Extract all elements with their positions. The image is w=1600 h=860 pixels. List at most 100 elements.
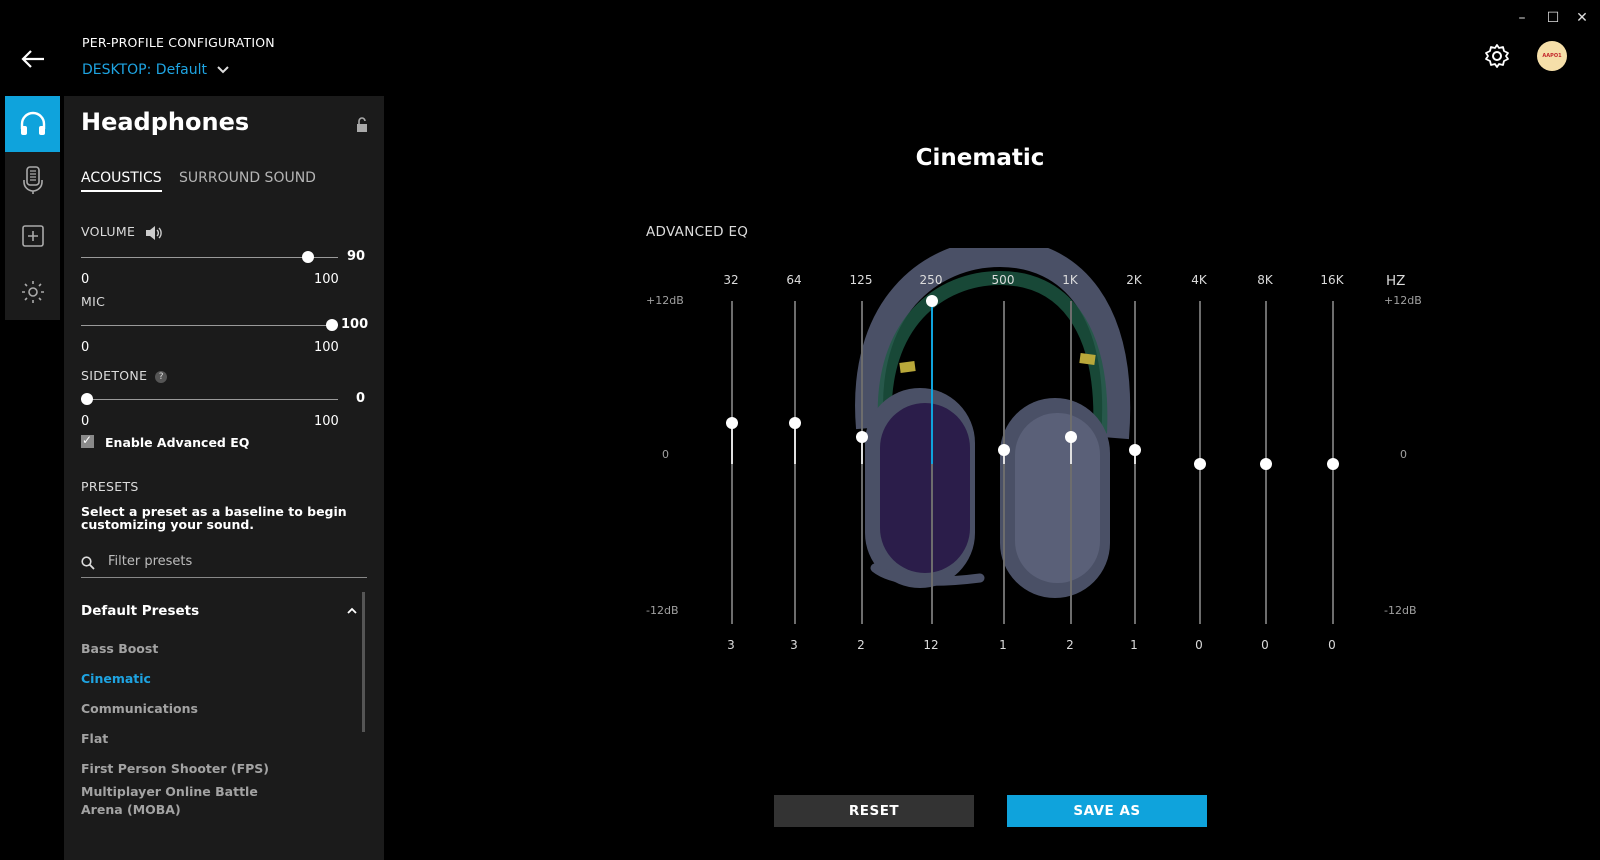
preset-search[interactable] [81,549,367,578]
advanced-eq-heading: ADVANCED EQ [646,224,749,240]
add-icon [21,225,44,247]
eq-band-value: 0 [1328,638,1336,652]
sidetone-slider-track[interactable] [81,399,338,400]
presets-description: Select a preset as a baseline to begin c… [81,504,347,532]
headset-illustration [855,248,1131,598]
rail-headphones[interactable] [5,96,60,152]
db-min-right: -12dB [1384,604,1417,617]
lighting-icon [21,281,44,303]
sidetone-max: 100 [314,414,339,429]
back-arrow-icon[interactable] [20,46,46,72]
mic-max: 100 [314,340,339,355]
eq-band-thumb[interactable] [1194,458,1206,470]
preset-item[interactable]: Communications [81,700,281,718]
tab-surround-sound[interactable]: SURROUND SOUND [179,170,316,186]
volume-label: VOLUME [81,224,163,241]
eq-freq-label: 500 [991,273,1015,287]
rail-add[interactable] [5,208,60,264]
advanced-eq-checkbox[interactable]: ✓ [81,433,94,448]
profile-selector[interactable]: DESKTOP: Default [82,62,230,78]
mic-min: 0 [81,340,90,355]
eq-freq-label: 64 [786,273,802,287]
eq-band-thumb[interactable] [1065,430,1077,443]
advanced-eq-label: Enable Advanced EQ [105,435,250,450]
eq-freq-label: 125 [849,273,873,287]
eq-band-value: 0 [1195,638,1203,652]
eq-band-fill [931,301,933,464]
preset-scrollbar[interactable] [362,592,365,732]
eq-freq-label: 16K [1320,273,1344,287]
mic-slider-track[interactable] [81,325,338,326]
sidetone-value: 0 [356,391,366,406]
preset-item-active[interactable]: Cinematic [81,670,281,688]
preset-group-header[interactable]: Default Presets [81,603,199,619]
speaker-icon [146,225,163,240]
preset-item[interactable]: Multiplayer Online Battle Arena (MOBA) [81,783,281,819]
mic-slider-thumb[interactable] [326,319,338,331]
volume-slider-track[interactable] [81,257,338,258]
eq-band-thumb[interactable] [726,417,738,430]
unlock-icon[interactable] [355,117,369,133]
eq-freq-label: 250 [919,273,943,287]
chevron-down-icon [217,66,230,74]
eq-band-value: 0 [1261,638,1269,652]
preset-item[interactable]: Bass Boost [81,640,281,658]
eq-band-thumb[interactable] [926,295,938,307]
preset-item[interactable]: Flat [81,730,281,748]
volume-max: 100 [314,272,339,287]
reset-button[interactable]: RESET [774,795,974,827]
eq-band-thumb[interactable] [789,417,801,430]
eq-band-value: 12 [923,638,939,652]
db-max-left: +12dB [646,294,684,307]
eq-band-fill [731,423,733,464]
eq-freq-label: 8K [1257,273,1273,287]
sidetone-slider-thumb[interactable] [81,393,93,405]
config-label: PER-PROFILE CONFIGURATION [82,35,275,50]
check-icon: ✓ [82,433,93,447]
eq-band-value: 3 [727,638,735,652]
preset-search-input[interactable] [106,553,360,570]
db-zero-left: 0 [662,448,669,461]
eq-band-value: 3 [790,638,798,652]
gear-icon[interactable] [1484,43,1510,69]
search-icon [81,556,95,570]
eq-freq-label: 2K [1126,273,1142,287]
eq-band-value: 1 [1130,638,1138,652]
hz-unit: HZ [1386,273,1406,289]
close-button[interactable]: ✕ [1572,8,1592,28]
eq-band-thumb[interactable] [1260,458,1272,470]
chevron-up-icon[interactable] [346,606,358,616]
rail-lighting[interactable] [5,264,60,320]
mic-label: MIC [81,294,106,309]
volume-min: 0 [81,272,90,287]
preset-title: Cinematic [915,145,1045,171]
db-zero-right: 0 [1400,448,1407,461]
avatar[interactable]: AAPO1 [1537,41,1567,71]
eq-band-thumb[interactable] [1327,458,1339,470]
profile-prefix: DESKTOP: [82,62,152,78]
device-rail [5,96,60,320]
eq-freq-label: 1K [1062,273,1078,287]
eq-freq-label: 4K [1191,273,1207,287]
minimize-button[interactable]: – [1512,8,1532,28]
eq-band-fill [794,423,796,464]
panel-title: Headphones [81,108,250,136]
help-icon[interactable]: ? [155,370,168,383]
profile-name: Default [155,62,207,78]
eq-band-value: 2 [1066,638,1074,652]
eq-band-value: 1 [999,638,1007,652]
sidetone-min: 0 [81,414,90,429]
db-max-right: +12dB [1384,294,1422,307]
eq-freq-label: 32 [723,273,739,287]
maximize-button[interactable]: ☐ [1543,8,1563,28]
preset-item[interactable]: First Person Shooter (FPS) [81,760,281,778]
mic-value: 100 [341,317,369,332]
volume-slider-thumb[interactable] [302,251,314,263]
headphones-icon [20,111,45,135]
save-as-button[interactable]: SAVE AS [1007,795,1207,827]
presets-heading: PRESETS [81,479,139,494]
tab-acoustics[interactable]: ACOUSTICS [81,170,162,192]
eq-band-thumb[interactable] [856,430,868,443]
eq-band-value: 2 [857,638,865,652]
volume-value: 90 [347,249,366,264]
